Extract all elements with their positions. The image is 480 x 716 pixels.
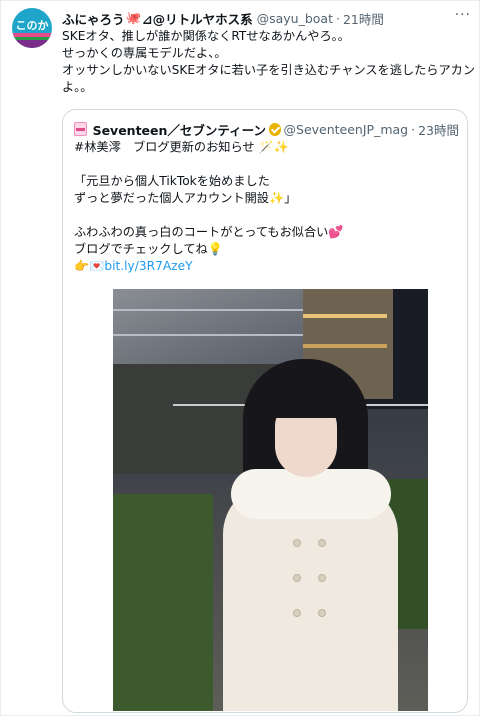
- quoted-line: ふわふわの真っ白のコートがとってもお似合い💕: [74, 224, 457, 241]
- photo-canopy-beam: [113, 309, 303, 311]
- tweet-card[interactable]: このか ふにゃろう 🐙 ⊿@リトルヤホス系 @sayu_boat · 21時間 …: [0, 0, 480, 716]
- timestamp[interactable]: 21時間: [343, 9, 384, 28]
- quoted-photo[interactable]: [113, 289, 428, 711]
- love-letter-icon: 💌: [89, 259, 105, 273]
- display-name[interactable]: ふにゃろう: [62, 9, 125, 28]
- heart-icon: 💕: [328, 225, 344, 239]
- quoted-tweet[interactable]: Seventeen／セブンティーン @SeventeenJP_mag · 23時…: [62, 109, 468, 713]
- lightbulb-icon: 💡: [207, 242, 223, 256]
- separator-dot: ·: [411, 121, 416, 137]
- quoted-line: ブログでチェックしてね💡: [74, 241, 457, 258]
- quoted-line-text: ブログでチェックしてね: [74, 242, 208, 256]
- tweet-text-line: SKEオタ、推しが誰か関係なくRTせなあかんやろ。。: [62, 29, 350, 43]
- quoted-line-blank: [74, 156, 457, 173]
- user-handle[interactable]: @sayu_boat: [257, 11, 333, 26]
- display-name-suffix[interactable]: ⊿@リトルヤホス系: [142, 9, 252, 28]
- tweet-text-line: よ。。: [62, 80, 93, 94]
- tweet-header: ふにゃろう 🐙 ⊿@リトルヤホス系 @sayu_boat · 21時間: [62, 9, 449, 27]
- photo-coat-button: [293, 609, 301, 617]
- quoted-line-blank: [74, 207, 457, 224]
- quoted-line-text: 」: [284, 191, 297, 205]
- quoted-line-text: ふわふわの真っ白のコートがとってもお似合い: [74, 225, 329, 239]
- avatar[interactable]: このか: [12, 8, 52, 48]
- photo-canopy-beam: [113, 334, 303, 336]
- tweet-text-line: せっかくの専属モデルだよ、。: [62, 46, 227, 60]
- quoted-line-text: ずっと夢だった個人アカウント開設: [74, 191, 269, 205]
- more-options-icon[interactable]: ···: [455, 7, 471, 23]
- photo-coat-button: [293, 574, 301, 582]
- separator-dot: ·: [335, 10, 340, 26]
- sparkles-icon: 🪄✨: [258, 140, 289, 154]
- photo-canopy: [113, 289, 303, 364]
- quoted-tweet-header: Seventeen／セブンティーン @SeventeenJP_mag · 23時…: [74, 120, 459, 139]
- photo-coat-button: [318, 609, 326, 617]
- hashtag-link[interactable]: #林美澪: [74, 140, 121, 154]
- photo-coat-button: [318, 539, 326, 547]
- verified-icon: [269, 122, 281, 136]
- photo-building-lights: [299, 344, 387, 348]
- quoted-line: 「元旦から個人TikTokを始めました: [74, 174, 270, 188]
- sparkles-icon: ✨: [269, 191, 285, 205]
- quoted-timestamp[interactable]: 23時間: [418, 120, 459, 139]
- quoted-avatar[interactable]: [74, 122, 87, 136]
- quoted-line: ずっと夢だった個人アカウント開設✨」: [74, 190, 457, 207]
- quoted-line: 👉💌bit.ly/3R7AzeY: [74, 258, 457, 275]
- pointing-hand-icon: 👉: [74, 259, 90, 273]
- tweet-text-line: オッサンしかいないSKEオタに若い子を引き込むチャンスを逃したらアカン: [62, 63, 476, 77]
- avatar-text: このか: [15, 19, 49, 32]
- quoted-line-text: ブログ更新のお知らせ: [120, 140, 255, 154]
- photo-coat-button: [293, 539, 301, 547]
- photo-building-lights: [299, 314, 387, 318]
- photo-coat-button: [318, 574, 326, 582]
- photo-bushes: [113, 494, 213, 711]
- avatar-stripe: [12, 40, 52, 48]
- quoted-display-name[interactable]: Seventeen／セブンティーン: [93, 120, 266, 139]
- quoted-tweet-text: #林美澪 ブログ更新のお知らせ 🪄✨ 「元旦から個人TikTokを始めました ず…: [74, 139, 457, 275]
- octopus-icon: 🐙: [125, 10, 142, 25]
- quoted-handle[interactable]: @SeventeenJP_mag: [284, 122, 409, 137]
- tweet-text: SKEオタ、推しが誰か関係なくRTせなあかんやろ。。 せっかくの専属モデルだよ、…: [62, 28, 476, 96]
- blog-link[interactable]: bit.ly/3R7AzeY: [104, 259, 192, 273]
- quoted-line: #林美澪 ブログ更新のお知らせ 🪄✨: [74, 139, 457, 156]
